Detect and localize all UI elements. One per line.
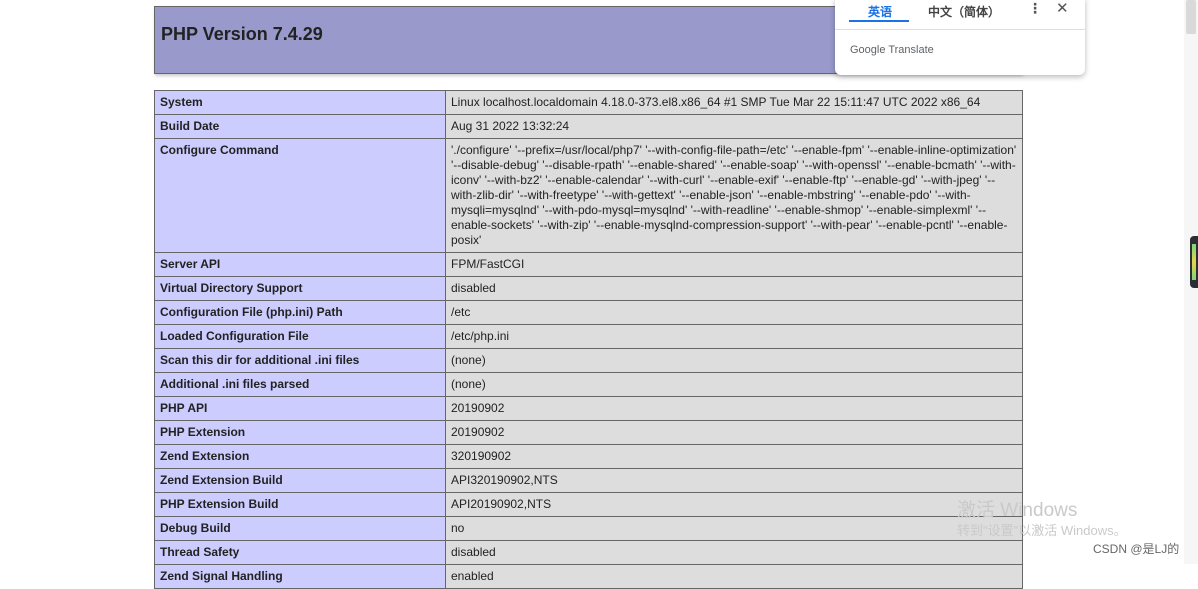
table-row: Configuration File (php.ini) Path/etc xyxy=(154,300,1023,325)
row-value: FPM/FastCGI xyxy=(445,252,1023,277)
windows-activation-watermark: 激活 Windows xyxy=(957,500,1078,521)
table-row: Server API FPM/FastCGI xyxy=(154,252,1023,277)
row-value: enabled xyxy=(445,564,1023,589)
table-row: System Linux localhost.localdomain 4.18.0… xyxy=(154,90,1023,115)
row-key: PHP Extension Build xyxy=(154,492,446,517)
side-widget-handle[interactable] xyxy=(1190,236,1198,288)
row-value: disabled xyxy=(445,540,1023,565)
row-value: 320190902 xyxy=(445,444,1023,469)
php-info-table: System Linux localhost.localdomain 4.18.0… xyxy=(154,90,1023,589)
google-translate-brand: Google Translate xyxy=(850,44,934,56)
table-row: Virtual Directory Support disabled xyxy=(154,276,1023,301)
row-key: Virtual Directory Support xyxy=(154,276,446,301)
close-icon[interactable]: ✕ xyxy=(1056,0,1069,17)
table-row: Thread Safety disabled xyxy=(154,540,1023,565)
row-value: /etc/php.ini xyxy=(445,324,1023,349)
row-key: Zend Extension xyxy=(154,444,446,469)
row-key: Configure Command xyxy=(154,138,446,253)
row-key: Scan this dir for additional .ini files xyxy=(154,348,446,373)
row-value: disabled xyxy=(445,276,1023,301)
row-key: System xyxy=(154,90,446,115)
row-key: Additional .ini files parsed xyxy=(154,372,446,397)
table-row: Zend Signal Handling enabled xyxy=(154,564,1023,589)
row-value: /etc xyxy=(445,300,1023,325)
row-key: Build Date xyxy=(154,114,446,139)
active-tab-indicator xyxy=(849,20,909,22)
side-widget-meter-icon xyxy=(1192,244,1196,280)
scrollbar-thumb[interactable] xyxy=(1186,0,1196,34)
row-value: (none) xyxy=(445,372,1023,397)
csdn-author-tag: CSDN @是LJ的 xyxy=(1093,542,1180,556)
table-row: Loaded Configuration File/etc/php.ini xyxy=(154,324,1023,349)
table-row: Additional .ini files parsed (none) xyxy=(154,372,1023,397)
table-row: Build Date Aug 31 2022 13:32:24 xyxy=(154,114,1023,139)
row-value: 20190902 xyxy=(445,420,1023,445)
table-row: PHP Extension 20190902 xyxy=(154,420,1023,445)
table-row: Zend Extension 320190902 xyxy=(154,444,1023,469)
row-key: Loaded Configuration File xyxy=(154,324,446,349)
windows-activation-hint: 转到"设置"以激活 Windows。 xyxy=(957,523,1127,538)
table-row: PHP Extension Build API20190902,NTS xyxy=(154,492,1023,517)
tab-target-language[interactable]: 中文（简体） xyxy=(928,3,1000,20)
row-value: (none) xyxy=(445,348,1023,373)
table-row: Zend Extension Build API320190902,NTS xyxy=(154,468,1023,493)
table-row: Scan this dir for additional .ini files(… xyxy=(154,348,1023,373)
row-key: PHP Extension xyxy=(154,420,446,445)
row-key: Server API xyxy=(154,252,446,277)
row-value: Linux localhost.localdomain 4.18.0-373.e… xyxy=(445,90,1023,115)
translate-popup: 英语 中文（简体） ⋮ ✕ Google Translate xyxy=(835,0,1085,75)
tab-source-language[interactable]: 英语 xyxy=(868,3,892,20)
row-value: './configure' '--prefix=/usr/local/php7'… xyxy=(445,138,1023,253)
table-row: Configure Command './configure' '--prefix… xyxy=(154,138,1023,253)
row-key: Thread Safety xyxy=(154,540,446,565)
row-key: Zend Extension Build xyxy=(154,468,446,493)
row-value: Aug 31 2022 13:32:24 xyxy=(445,114,1023,139)
table-row: Debug Build no xyxy=(154,516,1023,541)
table-row: PHP API 20190902 xyxy=(154,396,1023,421)
more-vert-icon[interactable]: ⋮ xyxy=(1028,0,1042,17)
row-value: 20190902 xyxy=(445,396,1023,421)
row-key: PHP API xyxy=(154,396,446,421)
page-title: PHP Version 7.4.29 xyxy=(161,24,323,44)
row-value: no xyxy=(445,516,1023,541)
row-key: Debug Build xyxy=(154,516,446,541)
row-key: Zend Signal Handling xyxy=(154,564,446,589)
row-key: Configuration File (php.ini) Path xyxy=(154,300,446,325)
popup-divider xyxy=(835,29,1085,30)
row-value: API320190902,NTS xyxy=(445,468,1023,493)
row-value: API20190902,NTS xyxy=(445,492,1023,517)
